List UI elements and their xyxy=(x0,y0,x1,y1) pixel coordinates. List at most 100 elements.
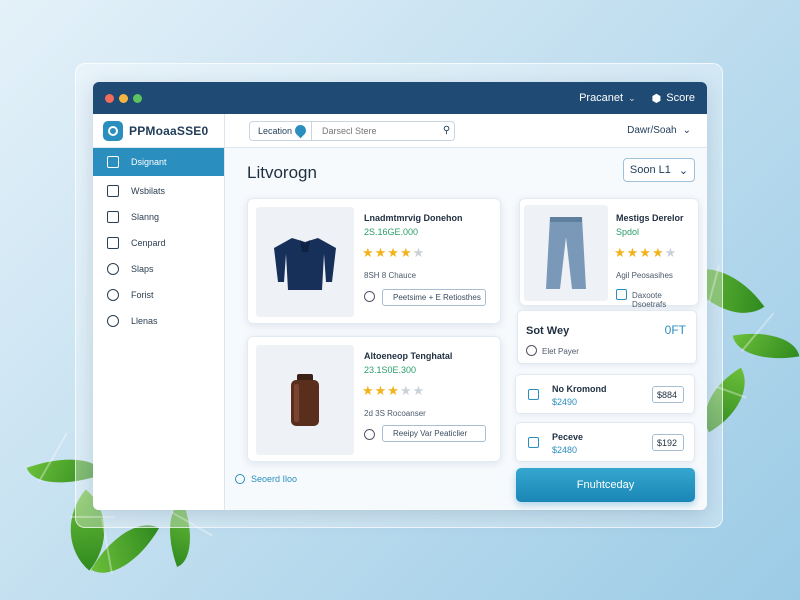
sidebar-item-llenas[interactable]: Llenas xyxy=(93,308,224,334)
product-action[interactable]: Daxoote Dsoetrafs xyxy=(632,291,698,309)
search-icon[interactable]: ⚲ xyxy=(439,125,454,136)
sidebar-item-slanng[interactable]: Slanng xyxy=(93,204,224,230)
see-more-label: Seoerd Iloo xyxy=(251,474,298,484)
title-action[interactable]: ⬢ Score xyxy=(652,92,695,105)
product-name: Altoeneop Tenghatal xyxy=(364,351,453,361)
brand-logo-icon xyxy=(103,120,123,141)
book-icon xyxy=(107,185,119,197)
product-image-bag xyxy=(256,345,354,455)
leaf-decoration xyxy=(732,324,800,368)
product-meta: 8SH 8 Chauce xyxy=(364,271,417,280)
product-price: 2S.16GE.000 xyxy=(364,227,419,237)
sidebar-item-label: Slaps xyxy=(131,264,154,274)
compare-icon xyxy=(364,429,375,440)
product-card[interactable]: Altoeneop Tenghatal 23.1S0E.300 ★★★★★ 2d… xyxy=(247,336,501,462)
brand-name: PPMoaaSSE0 xyxy=(129,123,209,138)
rating-stars: ★★★★★ xyxy=(362,383,426,398)
sidebar: Dsignant Wsbilats Slanng Cenpard Slaps F… xyxy=(93,148,225,510)
sidebar-item-forist[interactable]: Forist xyxy=(93,282,224,308)
title-menu[interactable]: Pracanet ⌄ xyxy=(579,92,636,104)
shield-icon: ⬢ xyxy=(651,92,662,105)
product-meta: Agil Peosasihes xyxy=(616,271,673,280)
phone-icon xyxy=(107,211,119,223)
user-icon xyxy=(107,315,119,327)
delivery-panel: Sot Wey 0FT Elet Payer xyxy=(517,310,697,364)
checkout-button[interactable]: Fnuhtceday xyxy=(516,468,695,502)
title-menu-label: Pracanet xyxy=(579,92,624,104)
chevron-down-icon: ⌄ xyxy=(682,125,691,136)
panel-header: Sot Wey xyxy=(526,325,570,337)
sidebar-item-label: Slanng xyxy=(131,212,160,222)
sidebar-item-label: Llenas xyxy=(131,316,158,326)
product-name: Lnadmtmrvig Donehon xyxy=(364,213,463,223)
sidebar-item-cenpard[interactable]: Cenpard xyxy=(93,230,224,256)
sidebar-item-wsbilats[interactable]: Wsbilats xyxy=(93,178,224,204)
maximize-dot[interactable] xyxy=(133,93,142,103)
sidebar-item-label: Cenpard xyxy=(131,238,166,248)
sort-button[interactable]: Soon L1 ⌄ xyxy=(623,158,695,182)
sidebar-item-label: Wsbilats xyxy=(131,186,166,196)
radio-button[interactable] xyxy=(526,345,537,356)
gear-icon xyxy=(107,289,119,301)
sidebar-item-label: Forist xyxy=(131,290,154,300)
cart-item-value: $192 xyxy=(652,434,684,451)
cart-item-value: $884 xyxy=(652,386,684,403)
product-price: 23.1S0E.300 xyxy=(364,365,417,375)
brand[interactable]: PPMoaaSSE0 xyxy=(93,114,225,147)
product-card[interactable]: Mestigs Derelor Spdol ★★★★★ Agil Peosasi… xyxy=(519,198,699,309)
top-dropdown[interactable]: Dawr/Soah ⌄ xyxy=(627,125,691,136)
cart-item-price: $2480 xyxy=(552,445,578,455)
info-icon xyxy=(235,474,245,484)
product-action-label: Peetsime + E Retiosthes xyxy=(393,293,481,302)
title-action-label: Score xyxy=(666,92,695,104)
cart-item-name: Peceve xyxy=(552,432,584,442)
sidebar-item-slaps[interactable]: Slaps xyxy=(93,256,224,282)
minimize-dot[interactable] xyxy=(119,93,128,103)
cart-item-name: No Kromond xyxy=(552,384,607,394)
clock-icon xyxy=(107,263,119,275)
rating-stars: ★★★★★ xyxy=(362,245,426,260)
close-dot[interactable] xyxy=(105,93,114,103)
grid-icon xyxy=(107,156,119,168)
cart-item-value-label: $884 xyxy=(657,389,678,400)
bag-icon xyxy=(528,437,539,448)
compare-icon xyxy=(364,291,375,302)
cart-item[interactable]: No Kromond $2490 $884 xyxy=(515,374,695,414)
see-more-link[interactable]: Seoerd Iloo xyxy=(235,474,297,484)
title-bar: Pracanet ⌄ ⬢ Score xyxy=(93,82,707,114)
cart-item-value-label: $192 xyxy=(657,437,678,448)
page-title: Litvorogn xyxy=(247,163,317,182)
checkout-button-label: Fnuhtceday xyxy=(576,479,635,491)
panel-header-value: 0FT xyxy=(664,323,686,337)
columns-icon xyxy=(107,237,119,249)
sort-label: Soon L1 xyxy=(629,164,671,176)
cart-item[interactable]: Peceve $2480 $192 xyxy=(515,422,695,462)
product-image-trousers xyxy=(524,205,608,301)
search-box: Lecation ⚲ xyxy=(249,120,455,141)
product-name: Mestigs Derelor xyxy=(616,213,684,223)
bag-icon xyxy=(616,289,627,300)
product-meta: 2d 3S Rocoanser xyxy=(364,409,426,418)
app-window: Pracanet ⌄ ⬢ Score PPMoaaSSE0 Lecation ⚲… xyxy=(93,82,707,510)
location-selector[interactable]: Lecation xyxy=(250,121,313,140)
rating-stars: ★★★★★ xyxy=(614,245,678,260)
top-bar: PPMoaaSSE0 Lecation ⚲ Dawr/Soah ⌄ xyxy=(93,114,707,148)
product-price: Spdol xyxy=(616,227,640,237)
chevron-down-icon: ⌄ xyxy=(628,92,636,103)
sidebar-item-label: Dsignant xyxy=(131,157,167,167)
location-label: Lecation xyxy=(258,125,293,136)
product-card[interactable]: Lnadmtmrvig Donehon 2S.16GE.000 ★★★★★ 8S… xyxy=(247,198,501,324)
location-pin-icon xyxy=(292,122,309,139)
search-input[interactable] xyxy=(312,125,440,136)
product-action[interactable]: Reeipy Var Peaticlier xyxy=(382,425,486,442)
panel-option: Elet Payer xyxy=(542,347,579,356)
chevron-down-icon: ⌄ xyxy=(678,164,689,177)
main-content: Litvorogn Soon L1 ⌄ Lnadmtmrvig Donehon … xyxy=(225,148,707,510)
product-action-label: Reeipy Var Peaticlier xyxy=(393,429,468,438)
box-icon xyxy=(528,389,539,400)
cart-item-price: $2490 xyxy=(552,397,578,407)
product-action[interactable]: Peetsime + E Retiosthes xyxy=(382,289,486,306)
product-image-sweater xyxy=(256,207,354,317)
top-dropdown-label: Dawr/Soah xyxy=(627,125,677,136)
sidebar-item-dsignant[interactable]: Dsignant xyxy=(93,148,224,176)
